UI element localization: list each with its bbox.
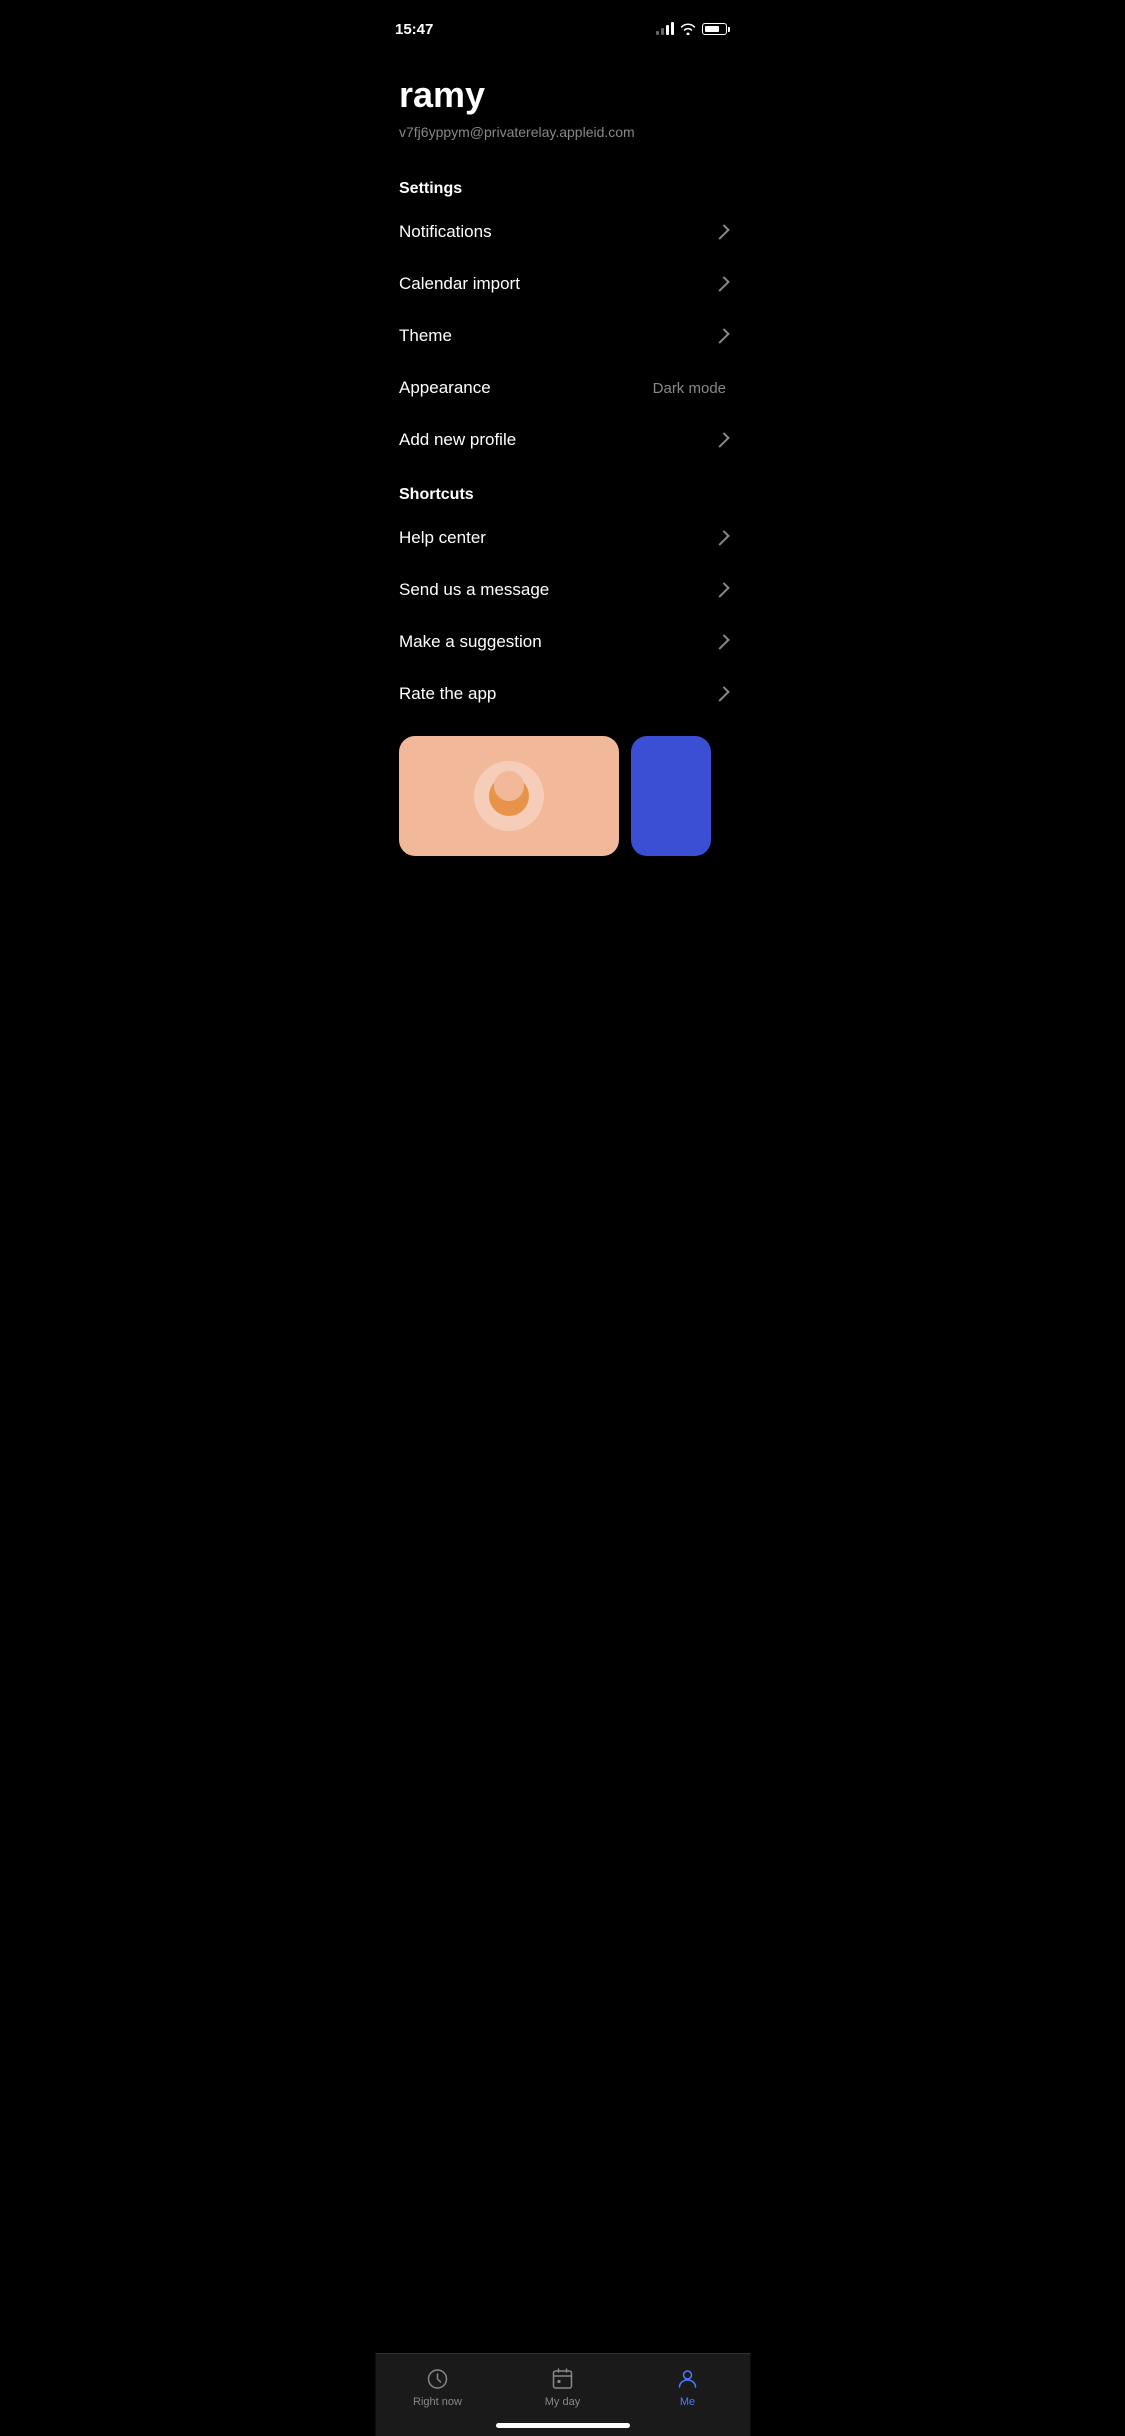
shortcuts-make-suggestion-label: Make a suggestion <box>399 632 542 652</box>
nav-me[interactable]: Me <box>625 2366 750 2408</box>
shortcuts-menu: Help center Send us a message Make a sug… <box>375 512 750 720</box>
nav-my-day[interactable]: My day <box>500 2366 625 2408</box>
calendar-icon <box>550 2366 576 2392</box>
status-time: 15:47 <box>395 21 433 38</box>
shortcuts-make-suggestion[interactable]: Make a suggestion <box>375 616 750 668</box>
nav-me-label: Me <box>680 2396 695 2408</box>
chevron-icon <box>714 634 730 650</box>
chevron-icon <box>714 582 730 598</box>
shortcuts-send-message-label: Send us a message <box>399 580 549 600</box>
settings-section-header: Settings <box>375 160 750 206</box>
settings-notifications-label: Notifications <box>399 222 492 242</box>
settings-theme-label: Theme <box>399 326 452 346</box>
nav-my-day-label: My day <box>545 2396 580 2408</box>
moon-graphic <box>474 761 544 831</box>
profile-section: ramy v7fj6yppym@privaterelay.appleid.com <box>375 44 750 160</box>
status-icons <box>656 23 730 35</box>
settings-calendar-import-label: Calendar import <box>399 274 520 294</box>
chevron-icon <box>714 276 730 292</box>
profile-name: ramy <box>399 74 726 116</box>
settings-calendar-import[interactable]: Calendar import <box>375 258 750 310</box>
promo-card-peach[interactable] <box>399 736 619 856</box>
clock-icon <box>425 2366 451 2392</box>
shortcuts-rate-app[interactable]: Rate the app <box>375 668 750 720</box>
promo-cards <box>375 720 750 856</box>
signal-icon <box>656 23 674 35</box>
home-indicator <box>496 2423 630 2428</box>
nav-right-now-label: Right now <box>413 2396 462 2408</box>
wifi-icon <box>680 23 696 35</box>
shortcuts-section-header: Shortcuts <box>375 466 750 512</box>
shortcuts-rate-app-label: Rate the app <box>399 684 496 704</box>
battery-icon <box>702 23 730 35</box>
shortcuts-help-center[interactable]: Help center <box>375 512 750 564</box>
settings-appearance-label: Appearance <box>399 378 491 398</box>
shortcuts-send-message[interactable]: Send us a message <box>375 564 750 616</box>
profile-email: v7fj6yppym@privaterelay.appleid.com <box>399 124 726 140</box>
settings-menu: Notifications Calendar import Theme Appe… <box>375 206 750 466</box>
settings-theme[interactable]: Theme <box>375 310 750 362</box>
promo-card-blue[interactable] <box>631 736 711 856</box>
status-bar: 15:47 <box>375 0 750 44</box>
shortcuts-help-center-label: Help center <box>399 528 486 548</box>
settings-add-new-profile[interactable]: Add new profile <box>375 414 750 466</box>
settings-appearance[interactable]: Appearance Dark mode <box>375 362 750 414</box>
chevron-icon <box>714 224 730 240</box>
chevron-icon <box>714 530 730 546</box>
appearance-value: Dark mode <box>653 380 726 397</box>
settings-add-new-profile-label: Add new profile <box>399 430 516 450</box>
person-icon <box>675 2366 701 2392</box>
chevron-icon <box>714 686 730 702</box>
chevron-icon <box>714 328 730 344</box>
chevron-icon <box>714 432 730 448</box>
nav-right-now[interactable]: Right now <box>375 2366 500 2408</box>
settings-notifications[interactable]: Notifications <box>375 206 750 258</box>
